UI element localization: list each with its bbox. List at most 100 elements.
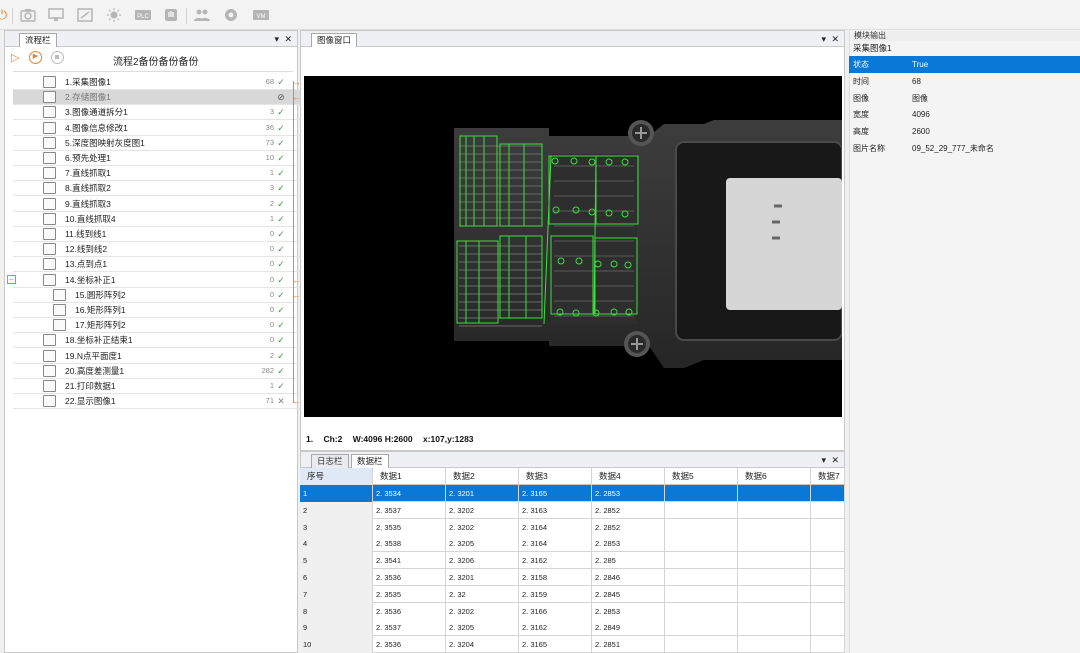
toolbar-separator [12,8,13,24]
table-row[interactable]: 5 2. 3541 2. 3206 2. 3162 2. 285 [300,552,845,570]
column-header[interactable]: 数据2 [446,468,519,485]
flow-item-label: 1.采集图像1 [65,77,111,87]
table-cell: 2. 32 [446,585,519,603]
table-row[interactable]: 6 2. 3536 2. 3201 2. 3158 2. 2846 [300,569,845,586]
crop-icon[interactable] [77,8,93,22]
flow-item[interactable]: 22.显示图像1 71 ✕ ← [13,394,302,410]
flow-item-time: 0 [269,274,274,284]
flow-item[interactable]: 10.直线抓取4 1 ✓ [13,212,302,227]
flow-item[interactable]: 13.点到点1 0 ✓ [13,257,302,273]
users-icon[interactable] [194,8,210,22]
table-row[interactable]: 10 2. 3536 2. 3204 2. 3165 2. 2851 [300,636,845,653]
image-canvas[interactable] [304,76,842,417]
output-row[interactable]: 宽度 4096 [849,106,1080,123]
flow-item[interactable]: 8.直线抓取2 3 ✓ [13,181,302,197]
table-row[interactable]: 2 2. 3537 2. 3202 2. 3163 2. 2852 [300,501,845,519]
image-menu-icon[interactable]: ▾ [821,33,826,45]
vm-icon[interactable]: VM [252,8,270,22]
output-row[interactable]: 状态 True [849,56,1080,73]
flow-item[interactable]: 21.打印数据1 1 ✓ [13,379,302,394]
flow-item-time: 0 [269,320,274,330]
table-row[interactable]: 8 2. 3536 2. 3202 2. 3166 2. 2853 [300,602,845,620]
output-key: 宽度 [853,110,869,120]
hand-icon[interactable] [163,8,179,22]
column-header[interactable]: 数据6 [738,468,811,485]
data-table: 序号 数据1 数据2 数据3 数据4 数据5 数据6 数据7 1 2. 3534 2. 3201 2.… [300,468,845,653]
flow-item[interactable]: 15.圆形阵列2 0 ✓ ← [13,288,302,303]
column-header[interactable]: 数据4 [592,468,665,485]
table-cell: 2. 3538 [373,535,446,553]
flow-item[interactable]: 18.坐标补正结束1 0 ✓ [13,333,302,349]
flow-item[interactable]: 11.线到线1 0 ✓ [13,227,302,242]
table-cell: 2. 3536 [373,636,446,653]
table-row[interactable]: 7 2. 3535 2. 32 2. 3159 2. 2845 [300,585,845,603]
column-header[interactable]: 数据7 [811,468,845,485]
flow-item[interactable]: 4.图像信息修改1 36 ✓ [13,121,302,136]
success-check-icon: ✓ [277,350,285,361]
module-icon [43,273,56,286]
flow-item-label: 14.坐标补正1 [65,274,116,285]
table-row[interactable]: 4 2. 3538 2. 3205 2. 3164 2. 2853 [300,535,845,553]
flow-item[interactable]: 12.线到线2 0 ✓ [13,242,302,258]
tab-data[interactable]: 数据栏 [351,454,389,468]
table-cell [738,552,811,570]
output-value: 图像 [912,93,928,103]
column-header[interactable]: 数据3 [519,468,592,485]
table-row[interactable]: 1 2. 3534 2. 3201 2. 3165 2. 2853 [300,485,845,502]
image-close-icon[interactable]: ✕ [831,33,839,45]
run-once-icon[interactable]: ▷ [11,51,19,64]
flow-item[interactable]: 5.深度图映射灰度图1 73 ✓ [13,136,302,151]
data-menu-icon[interactable]: ▾ [821,454,826,466]
column-header[interactable]: 序号 [300,468,373,485]
power-icon[interactable]: ⏻ [0,8,10,22]
output-row[interactable]: 时间 68 [849,73,1080,90]
light-icon[interactable] [106,8,122,22]
screen-icon[interactable] [48,8,64,22]
run-loop-icon[interactable]: ▶ [29,51,42,64]
flow-item[interactable]: 19.N点平面度1 2 ✓ [13,349,302,364]
inspection-image [304,76,842,417]
flow-menu-icon[interactable]: ▾ [274,33,279,45]
success-check-icon: ✓ [277,77,285,87]
collapse-icon[interactable]: − [7,275,16,284]
output-row[interactable]: 高度 2600 [849,123,1080,140]
table-row[interactable]: 9 2. 3537 2. 3205 2. 3162 2. 2849 [300,619,845,637]
flow-panel: 流程栏 ▾ ✕ ▷ ▶ 流程2备份备份备份 1.采集图像1 68 ✓ → 2.存储图像1… [4,30,302,653]
table-cell [811,552,845,570]
tab-flow[interactable]: 流程栏 [19,33,57,47]
flow-item[interactable]: 3.图像通道拆分1 3 ✓ [13,105,302,121]
column-header[interactable]: 数据5 [665,468,738,485]
success-check-icon: ✓ [277,244,285,255]
tab-image-window[interactable]: 图像窗口 [311,33,358,47]
table-cell: 4 [300,535,373,553]
output-row[interactable]: 图片名称 09_52_29_777_未命名 [849,140,1080,157]
table-cell: 2. 3202 [446,518,519,536]
column-header[interactable]: 数据1 [373,468,446,485]
flow-item[interactable]: 9.直线抓取3 2 ✓ [13,197,302,212]
flow-item[interactable]: 1.采集图像1 68 ✓ → [13,75,302,90]
flow-item[interactable]: 6.预先处理1 10 ✓ [13,151,302,166]
success-check-icon: ✓ [277,274,285,285]
flow-item[interactable]: 7.直线抓取1 1 ✓ [13,166,302,182]
flow-item[interactable]: 14.坐标补正1 0 ✓ ← [13,273,302,288]
table-cell: 2. 3537 [373,619,446,637]
table-cell: 2. 3201 [446,485,519,502]
tab-log[interactable]: 日志栏 [311,454,349,468]
settings-icon[interactable] [223,8,239,22]
flow-item[interactable]: 2.存储图像1 ⊘ ← [13,90,302,106]
flow-item[interactable]: 20.高度差测量1 282 ✓ [13,364,302,379]
table-cell: 2. 2853 [592,535,665,553]
module-icon [53,319,66,332]
flow-item[interactable]: 17.矩形阵列2 0 ✓ [13,318,302,334]
table-cell: 2. 2852 [592,518,665,536]
table-cell [738,535,811,553]
table-cell [738,585,811,603]
data-close-icon[interactable]: ✕ [831,454,839,466]
flow-close-icon[interactable]: ✕ [284,33,292,45]
plc-icon[interactable]: PLC [134,8,152,22]
camera-icon[interactable] [20,8,36,22]
flow-item[interactable]: 16.矩形阵列1 0 ✓ [13,303,302,318]
output-row[interactable]: 图像 图像 [849,90,1080,107]
table-row[interactable]: 3 2. 3535 2. 3202 2. 3164 2. 2852 [300,518,845,536]
stop-icon[interactable] [51,51,64,64]
